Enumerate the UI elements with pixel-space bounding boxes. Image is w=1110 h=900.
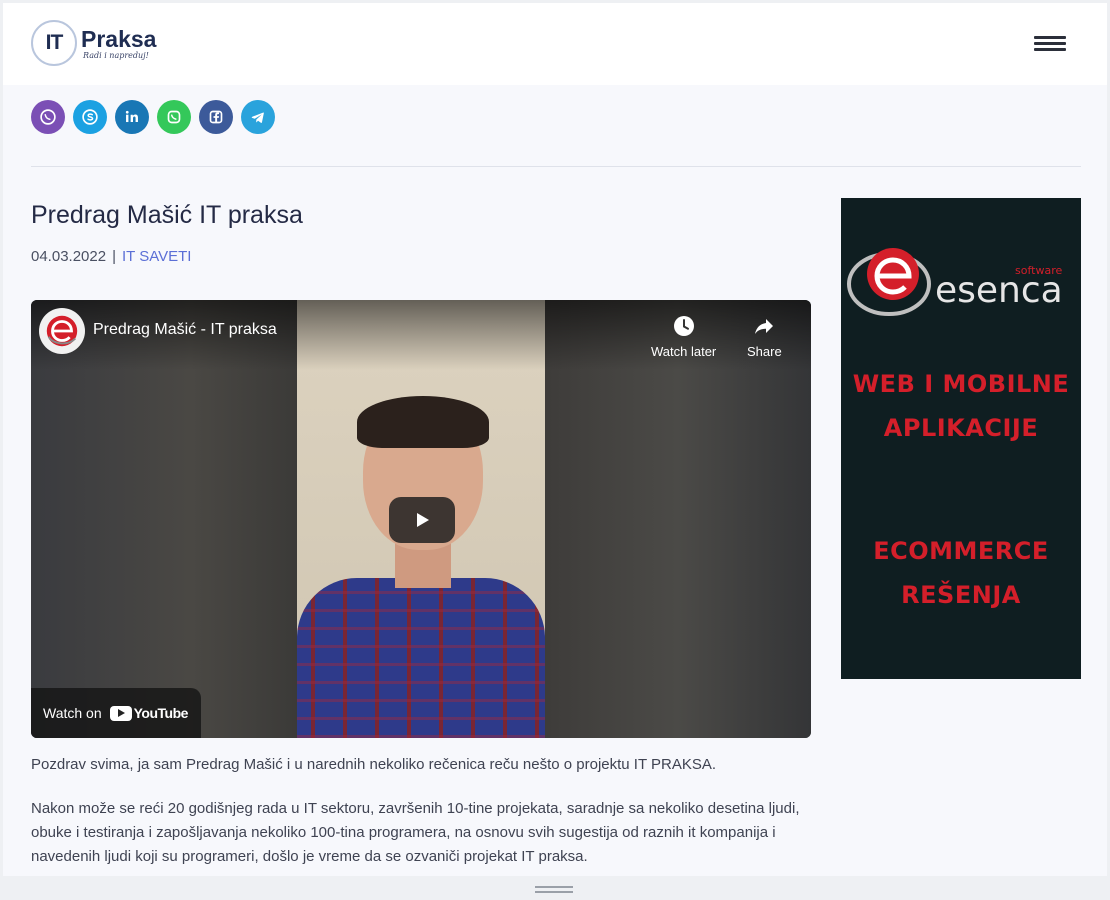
logo-mark: IT bbox=[31, 20, 77, 66]
youtube-play-icon bbox=[109, 705, 132, 721]
ad-text-line: WEB I MOBILNE bbox=[852, 370, 1070, 398]
logo-tagline: Radi i napreduj! bbox=[83, 50, 149, 60]
share-buttons bbox=[31, 100, 275, 134]
whatsapp-icon[interactable] bbox=[157, 100, 191, 134]
article-date: 04.03.2022 bbox=[31, 248, 107, 265]
article-category-link[interactable]: IT SAVETI bbox=[122, 248, 191, 265]
share-button[interactable]: Share bbox=[747, 314, 782, 359]
skype-icon[interactable] bbox=[73, 100, 107, 134]
ad-text-line: ECOMMERCE bbox=[873, 537, 1049, 565]
share-arrow-icon bbox=[755, 319, 774, 334]
article-paragraph: Nakon može se reći 20 godišnjeg rada u I… bbox=[31, 800, 800, 865]
watch-on-youtube-button[interactable]: Watch on YouTube bbox=[31, 688, 201, 738]
hamburger-menu-icon[interactable] bbox=[1034, 36, 1066, 52]
article-title: Predrag Mašić IT praksa bbox=[31, 201, 303, 229]
esenca-logo: esenca software bbox=[847, 248, 1063, 316]
watch-later-label: Watch later bbox=[651, 344, 717, 359]
linkedin-icon[interactable] bbox=[115, 100, 149, 134]
article-paragraph: Pozdrav svima, ja sam Predrag Mašić i u … bbox=[31, 756, 717, 773]
esenca-logo-icon bbox=[46, 315, 78, 347]
channel-avatar[interactable] bbox=[39, 308, 85, 354]
youtube-logo: YouTube bbox=[109, 705, 189, 721]
ad-text-line: APLIKACIJE bbox=[883, 414, 1039, 442]
ad-banner[interactable]: esenca software WEB I MOBILNE APLIKACIJE… bbox=[841, 198, 1081, 679]
viber-icon[interactable] bbox=[31, 100, 65, 134]
article-body: Pozdrav svima, ja sam Predrag Mašić i u … bbox=[31, 753, 821, 889]
ad-text-line: REŠENJA bbox=[901, 581, 1021, 609]
divider bbox=[31, 166, 1081, 167]
site-logo[interactable]: IT Praksa Radi i napreduj! bbox=[31, 20, 156, 66]
drag-handle[interactable] bbox=[535, 886, 573, 894]
play-icon bbox=[417, 513, 429, 527]
page: IT Praksa Radi i napreduj! Predrag Mašić… bbox=[3, 3, 1107, 897]
svg-text:software: software bbox=[1015, 264, 1062, 277]
site-header: IT Praksa Radi i napreduj! bbox=[3, 3, 1107, 85]
watch-on-label: Watch on bbox=[43, 705, 102, 721]
telegram-icon[interactable] bbox=[241, 100, 275, 134]
video-title[interactable]: Predrag Mašić - IT praksa bbox=[93, 321, 277, 339]
video-player[interactable]: Predrag Mašić - IT praksa Watch later Sh… bbox=[31, 300, 811, 738]
clock-icon bbox=[673, 316, 694, 336]
watch-later-button[interactable]: Watch later bbox=[651, 314, 716, 359]
share-label: Share bbox=[747, 344, 782, 359]
youtube-wordmark: YouTube bbox=[133, 705, 189, 721]
logo-name: Praksa bbox=[81, 25, 157, 52]
article-meta: 04.03.2022 | IT SAVETI bbox=[31, 248, 191, 265]
play-button[interactable] bbox=[389, 497, 455, 543]
facebook-icon[interactable] bbox=[199, 100, 233, 134]
meta-separator: | bbox=[112, 248, 116, 265]
